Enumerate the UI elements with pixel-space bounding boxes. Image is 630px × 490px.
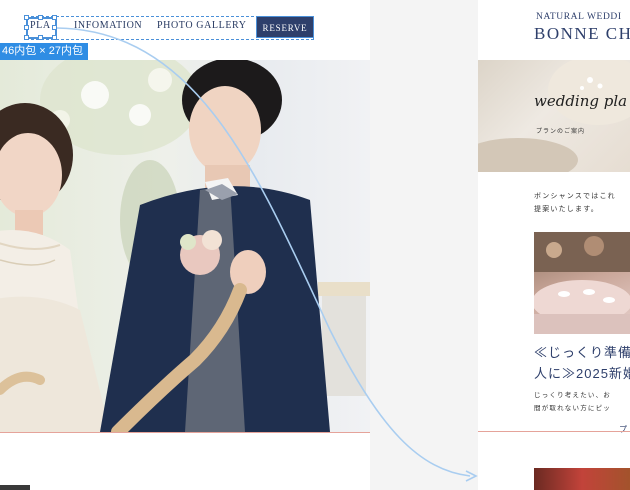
hero-illustration (0, 60, 370, 432)
banner-illustration (478, 60, 630, 172)
plan-title-line-2: 人に≫2025新婚 (534, 366, 630, 381)
resize-handle-middle-right[interactable] (52, 25, 57, 30)
nav-photo-gallery-link[interactable]: PHOTO GALLERY (157, 20, 247, 31)
left-page-frame: PLA INFOMATION PHOTO GALLERY RESERVE 46内… (0, 0, 370, 490)
resize-handle-middle-left[interactable] (24, 25, 29, 30)
plan-title-line-1: ≪じっくり準備 (534, 345, 630, 360)
plan-title[interactable]: ≪じっくり準備 人に≫2025新婚 (534, 342, 630, 384)
banner-subtitle: プランのご案内 (536, 129, 586, 135)
next-section-thumbnail (0, 485, 30, 490)
plan-description: じっくり考えたい、お 間が取れない方にピッ (534, 389, 611, 415)
intro-line-2: 提案いたします。 (534, 206, 599, 213)
intro-line-1: ボンシャンスではこれ (534, 193, 616, 200)
plan-thumbnail-image[interactable] (534, 232, 630, 334)
resize-handle-bottom-right[interactable] (52, 35, 57, 40)
brand-tagline: NATURAL WEDDI (536, 12, 622, 22)
resize-handle-top-middle[interactable] (38, 15, 43, 20)
element-size-tag: 46内包 × 27内包 (0, 43, 89, 60)
resize-handle-top-left[interactable] (24, 15, 29, 20)
resize-handle-bottom-middle[interactable] (38, 35, 43, 40)
next-plan-thumbnail[interactable] (534, 468, 630, 490)
intro-text: ボンシャンスではこれ 提案いたします。 (534, 190, 616, 216)
plan-desc-line-1: じっくり考えたい、お (534, 392, 611, 399)
hero-photo (0, 60, 370, 432)
plan-divider (478, 431, 630, 432)
resize-handle-top-right[interactable] (52, 15, 57, 20)
plan-more-link[interactable]: プ (619, 424, 627, 435)
plan-desc-line-2: 間が取れない方にピッ (534, 405, 611, 412)
resize-handle-bottom-left[interactable] (24, 35, 29, 40)
plan-thumbnail-illustration (534, 232, 630, 334)
content-divider (0, 432, 370, 433)
banner-script-title: wedding pla (534, 92, 628, 110)
reserve-button[interactable]: RESERVE (256, 16, 314, 38)
right-page-frame: NATURAL WEDDI BONNE CH wedding pla プランのご… (478, 0, 630, 490)
nav-information-link[interactable]: INFOMATION (74, 20, 142, 31)
wedding-plan-banner[interactable] (478, 60, 630, 172)
brand-logo-text[interactable]: BONNE CH (534, 24, 630, 44)
